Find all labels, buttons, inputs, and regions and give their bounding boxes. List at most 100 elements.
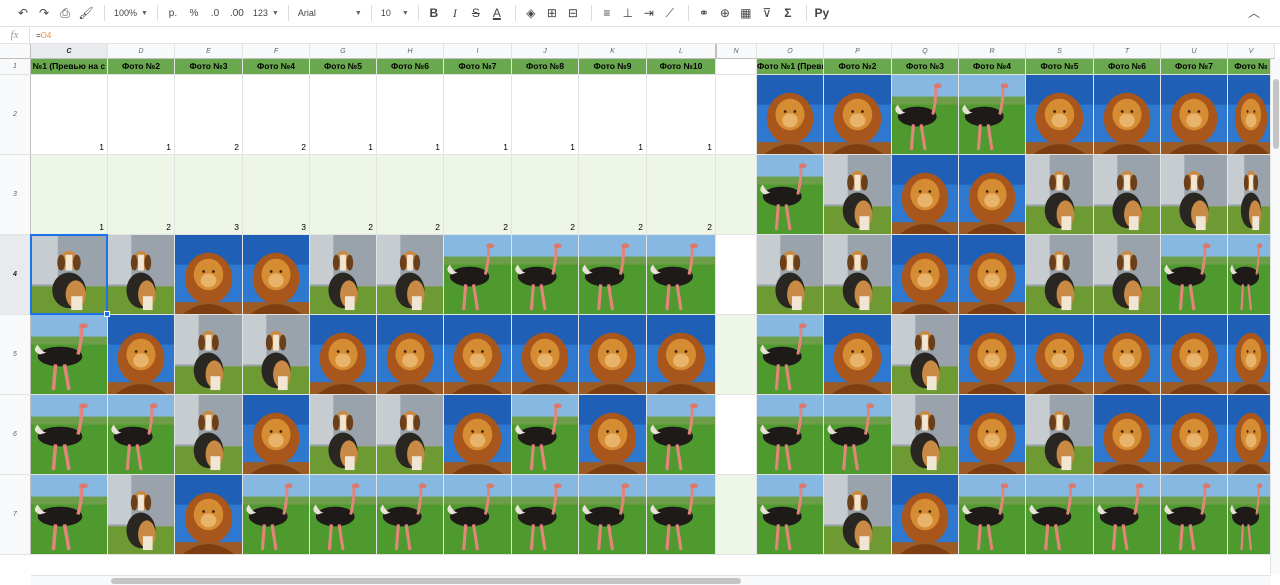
photo-cell[interactable] [108, 235, 175, 315]
photo-cell[interactable] [824, 475, 892, 555]
photo-cell[interactable] [1094, 235, 1161, 315]
photo-cell[interactable] [175, 315, 243, 395]
photo-cell[interactable] [1094, 75, 1161, 155]
number-cell[interactable]: 1 [310, 75, 377, 155]
photo-cell[interactable] [1228, 395, 1275, 475]
photo-cell[interactable] [579, 235, 647, 315]
photo-cell[interactable] [310, 395, 377, 475]
header-cell[interactable]: Фото №6 [377, 59, 444, 75]
photo-cell[interactable] [512, 315, 579, 395]
formula-input[interactable]: =O4 [30, 31, 51, 40]
photo-cell[interactable] [1161, 315, 1228, 395]
header-cell[interactable]: Фото №3 [175, 59, 243, 75]
column-header-k[interactable]: K [579, 44, 647, 59]
horizontal-scroll-thumb[interactable] [111, 578, 741, 584]
photo-cell[interactable] [108, 475, 175, 555]
photo-cell[interactable] [579, 395, 647, 475]
photo-cell[interactable] [108, 395, 175, 475]
photo-cell[interactable] [1094, 315, 1161, 395]
photo-cell[interactable] [824, 395, 892, 475]
row-header-6[interactable]: 6 [0, 395, 31, 475]
column-header-d[interactable]: D [108, 44, 175, 59]
percent-format-button[interactable]: % [185, 3, 203, 23]
empty-cell[interactable] [716, 235, 757, 315]
photo-cell[interactable] [1228, 155, 1275, 235]
number-cell[interactable]: 1 [31, 75, 108, 155]
photo-cell[interactable] [824, 235, 892, 315]
photo-cell[interactable] [892, 475, 959, 555]
header-cell[interactable]: Фото №10 [647, 59, 716, 75]
sheet-grid[interactable]: C D E F G H I J K L N O P Q R S T U V 1 2 3 4 5 6 7 №1 (Превью на … [0, 44, 1280, 585]
photo-cell[interactable] [243, 395, 310, 475]
currency-format-button[interactable]: р. [164, 3, 182, 23]
undo-icon[interactable]: ↶ [14, 3, 32, 23]
photo-cell[interactable] [647, 235, 716, 315]
photo-cell[interactable] [444, 395, 512, 475]
header-cell[interactable]: Фото №5 [310, 59, 377, 75]
photo-cell[interactable] [579, 315, 647, 395]
row-header-4[interactable]: 4 [0, 235, 31, 315]
photo-cell[interactable] [757, 315, 824, 395]
number-cell[interactable]: 2 [579, 155, 647, 235]
header-cell[interactable]: Фото №3 [892, 59, 959, 75]
photo-cell[interactable] [892, 315, 959, 395]
number-cell[interactable]: 2 [243, 75, 310, 155]
photo-cell[interactable] [824, 155, 892, 235]
text-rotation-icon[interactable]: ⟋ [661, 3, 679, 23]
photo-cell[interactable] [1094, 475, 1161, 555]
photo-cell[interactable] [757, 75, 824, 155]
vertical-scrollbar[interactable] [1270, 59, 1280, 574]
redo-icon[interactable]: ↷ [35, 3, 53, 23]
print-icon[interactable]: ⎙ [56, 3, 74, 23]
number-cell[interactable]: 1 [512, 75, 579, 155]
number-cell[interactable]: 3 [175, 155, 243, 235]
number-cell[interactable]: 1 [31, 155, 108, 235]
photo-cell[interactable] [108, 315, 175, 395]
photo-cell[interactable] [310, 475, 377, 555]
column-header-g[interactable]: G [310, 44, 377, 59]
empty-cell[interactable] [716, 395, 757, 475]
column-header-o[interactable]: O [757, 44, 824, 59]
number-cell[interactable]: 2 [512, 155, 579, 235]
number-cell[interactable]: 1 [579, 75, 647, 155]
number-cell[interactable]: 1 [444, 75, 512, 155]
decrease-decimals-button[interactable]: .0 [206, 3, 224, 23]
photo-cell[interactable] [757, 475, 824, 555]
bold-button[interactable]: B [425, 3, 443, 23]
photo-cell[interactable] [1026, 395, 1094, 475]
photo-cell[interactable] [892, 235, 959, 315]
paint-format-icon[interactable]: 🖌 [77, 3, 95, 23]
header-cell[interactable]: Фото № [1228, 59, 1275, 75]
column-header-i[interactable]: I [444, 44, 512, 59]
column-header-v[interactable]: V [1228, 44, 1275, 59]
photo-cell[interactable] [1026, 75, 1094, 155]
photo-cell[interactable] [824, 315, 892, 395]
column-header-u[interactable]: U [1161, 44, 1228, 59]
photo-cell[interactable] [1161, 475, 1228, 555]
text-color-button[interactable]: A [488, 3, 506, 23]
filter-icon[interactable]: ⊽ [758, 3, 776, 23]
collapse-menu-icon[interactable]: ︿ [1248, 4, 1260, 21]
row-header-7[interactable]: 7 [0, 475, 31, 555]
photo-cell[interactable] [892, 75, 959, 155]
photo-cell[interactable] [1228, 315, 1275, 395]
photo-cell[interactable] [444, 235, 512, 315]
photo-cell[interactable] [1228, 75, 1275, 155]
photo-cell[interactable] [444, 475, 512, 555]
column-header-s[interactable]: S [1026, 44, 1094, 59]
photo-cell[interactable] [757, 235, 824, 315]
select-all-corner[interactable] [0, 44, 31, 59]
header-cell[interactable]: Фото №4 [959, 59, 1026, 75]
horizontal-scrollbar[interactable] [31, 575, 1271, 585]
photo-cell[interactable] [1161, 395, 1228, 475]
insert-chart-icon[interactable]: ▦ [737, 3, 755, 23]
header-cell[interactable]: Фото №2 [108, 59, 175, 75]
photo-cell[interactable] [824, 75, 892, 155]
photo-cell[interactable] [757, 395, 824, 475]
more-formats-select[interactable]: 123 ▼ [250, 3, 282, 23]
photo-cell[interactable] [959, 475, 1026, 555]
header-cell[interactable]: Фото №9 [579, 59, 647, 75]
photo-cell[interactable] [1094, 395, 1161, 475]
photo-cell[interactable] [377, 395, 444, 475]
column-header-c[interactable]: C [31, 44, 108, 59]
